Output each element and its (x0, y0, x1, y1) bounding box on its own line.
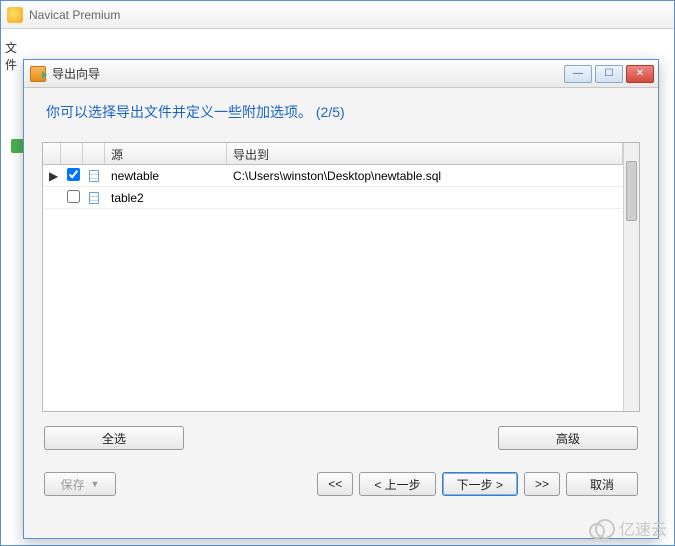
export-table: 源 导出到 ▶ newtable C:\Users\winston\Deskto… (42, 142, 640, 412)
row-dest[interactable] (227, 196, 623, 200)
watermark-text: 亿速云 (619, 516, 667, 540)
table-header: 源 导出到 (43, 143, 623, 165)
app-title: Navicat Premium (29, 8, 120, 22)
col-row-handle (43, 143, 61, 164)
vertical-scrollbar[interactable] (623, 143, 639, 411)
app-icon (7, 7, 23, 23)
dialog-content: 你可以选择导出文件并定义一些附加选项。 (2/5) 源 导出到 ▶ (24, 88, 658, 538)
main-window: Navicat Premium 文件 导出向导 — ☐ ✕ 你可以选择导出文件并… (0, 0, 675, 546)
advanced-button[interactable]: 高级 (498, 426, 638, 450)
dialog-titlebar: 导出向导 — ☐ ✕ (24, 60, 658, 88)
main-titlebar: Navicat Premium (1, 1, 674, 29)
mid-button-row: 全选 高级 (42, 426, 640, 450)
window-controls: — ☐ ✕ (564, 65, 654, 83)
row-source: newtable (105, 167, 227, 185)
save-label: 保存 (61, 476, 85, 493)
watermark-logo-icon (589, 519, 615, 537)
table-row[interactable]: ▶ newtable C:\Users\winston\Desktop\newt… (43, 165, 623, 187)
menu-file[interactable]: 文件 (1, 29, 21, 545)
export-icon (30, 66, 46, 82)
row-source: table2 (105, 189, 227, 207)
row-checkbox[interactable] (67, 168, 80, 181)
maximize-button[interactable]: ☐ (595, 65, 623, 83)
first-button[interactable]: << (317, 472, 353, 496)
scrollbar-thumb[interactable] (626, 161, 637, 221)
col-dest[interactable]: 导出到 (227, 143, 623, 164)
chevron-down-icon: ▼ (91, 479, 100, 489)
close-button[interactable]: ✕ (626, 65, 654, 83)
watermark: 亿速云 (589, 516, 667, 540)
save-button[interactable]: 保存 ▼ (44, 472, 116, 496)
minimize-button[interactable]: — (564, 65, 592, 83)
table-icon (89, 192, 99, 204)
export-wizard-dialog: 导出向导 — ☐ ✕ 你可以选择导出文件并定义一些附加选项。 (2/5) (23, 59, 659, 539)
dialog-title: 导出向导 (52, 65, 564, 82)
prev-button[interactable]: < 上一步 (359, 472, 435, 496)
row-current-marker (43, 196, 61, 200)
col-source[interactable]: 源 (105, 143, 227, 164)
col-checkbox (61, 143, 83, 164)
main-body: 文件 导出向导 — ☐ ✕ 你可以选择导出文件并定义一些附加选项。 (2/5) (1, 29, 674, 545)
col-icon (83, 143, 105, 164)
cancel-button[interactable]: 取消 (566, 472, 638, 496)
row-current-marker: ▶ (43, 167, 61, 185)
row-dest[interactable]: C:\Users\winston\Desktop\newtable.sql (227, 167, 623, 185)
next-button[interactable]: 下一步 > (442, 472, 518, 496)
last-button[interactable]: >> (524, 472, 560, 496)
nav-buttons: << < 上一步 下一步 > >> 取消 (317, 472, 638, 496)
table-row[interactable]: table2 (43, 187, 623, 209)
select-all-button[interactable]: 全选 (44, 426, 184, 450)
table-icon (89, 170, 99, 182)
instruction-text: 你可以选择导出文件并定义一些附加选项。 (2/5) (42, 102, 640, 122)
footer-row: 保存 ▼ << < 上一步 下一步 > >> 取消 (42, 472, 640, 496)
row-checkbox[interactable] (67, 190, 80, 203)
